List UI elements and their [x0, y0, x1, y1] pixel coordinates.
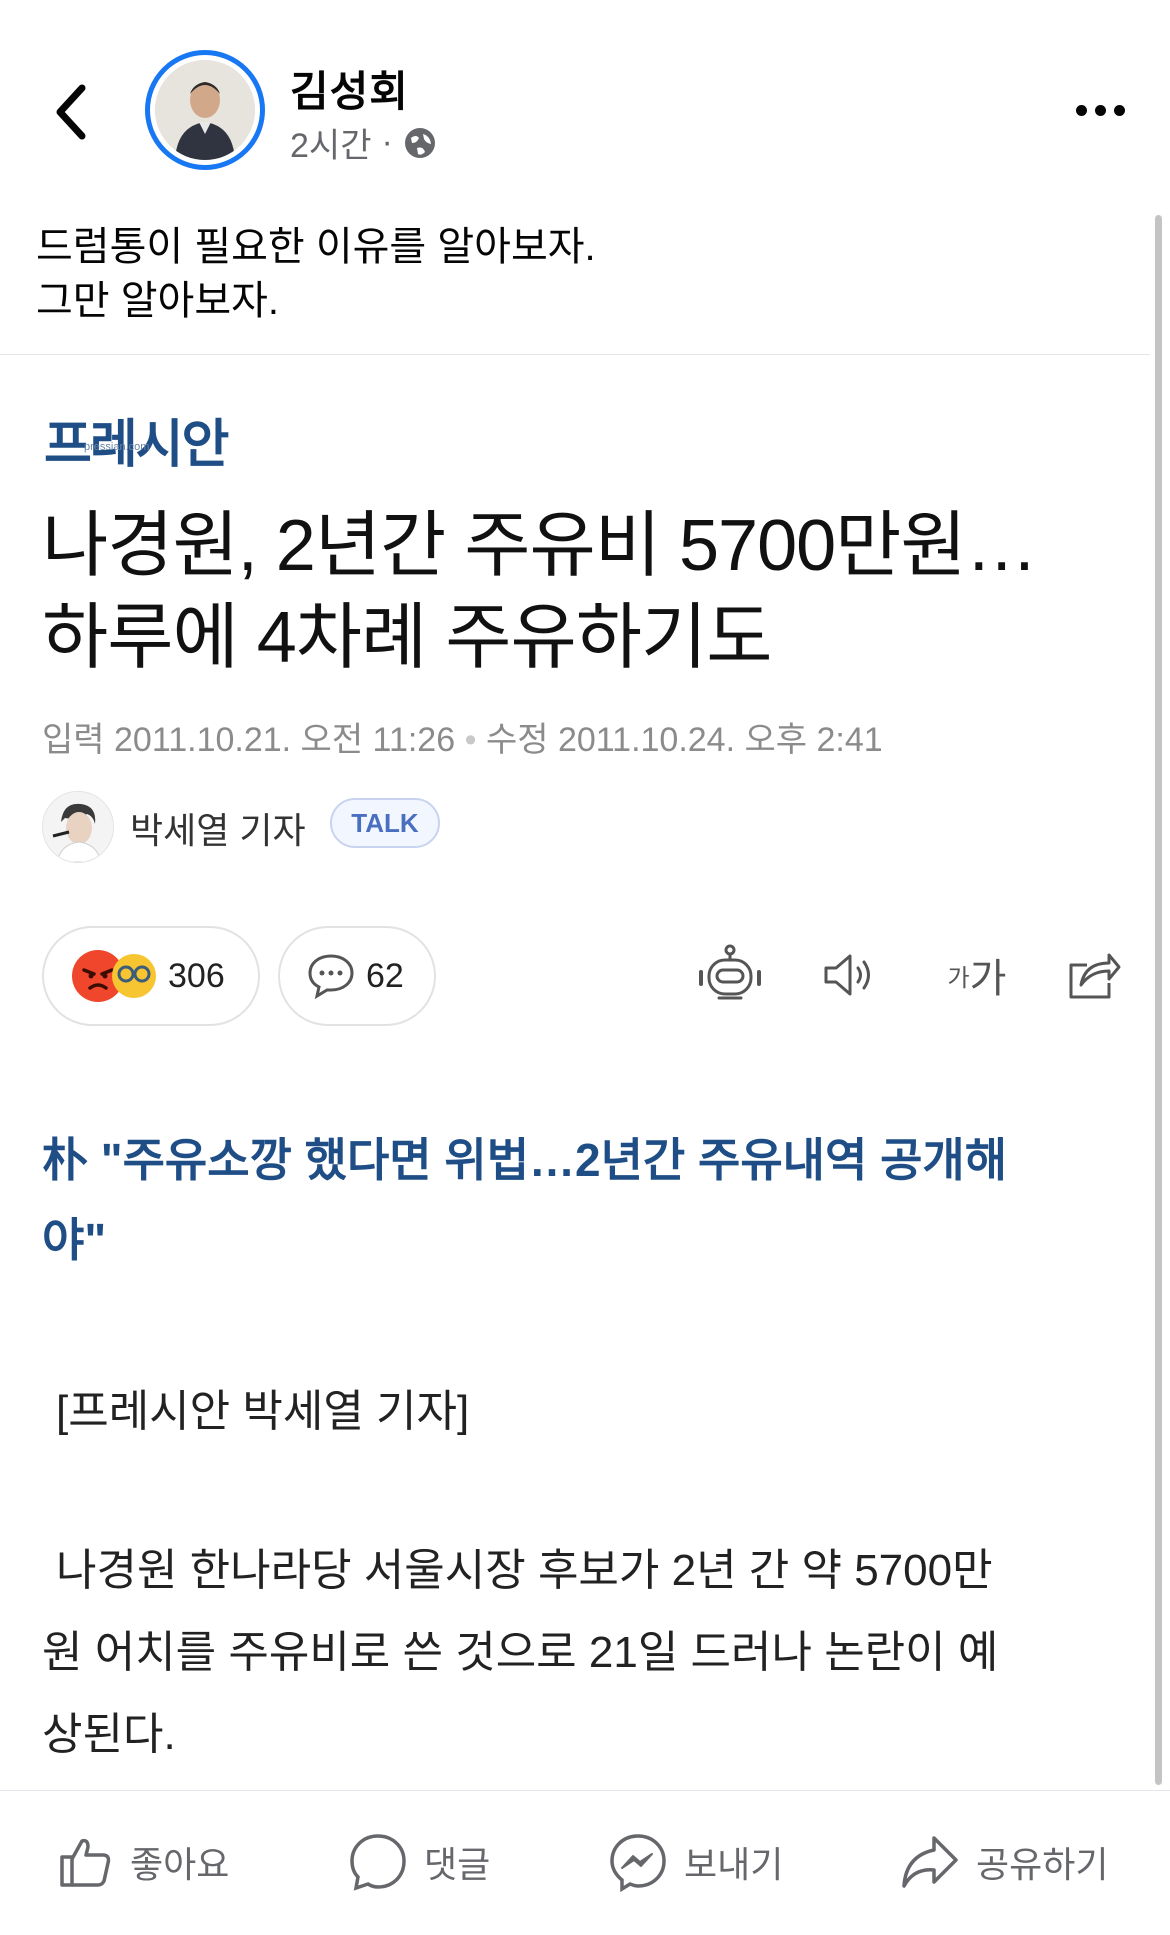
more-dot-icon — [1113, 104, 1125, 116]
share-label: 공유하기 — [976, 1844, 1109, 1885]
article-subhead: 朴 "주유소깡 했다면 위법…2년간 주유내역 공개해 야" — [42, 1120, 1102, 1280]
subhead-line-1: 朴 "주유소깡 했다면 위법…2년간 주유내역 공개해 — [42, 1134, 1008, 1186]
post-header: 김성회 2시간 · — [0, 0, 1170, 210]
send-button[interactable]: 보내기 — [608, 1827, 783, 1897]
body-line-2: 원 어치를 주유비로 쓴 것으로 21일 드러나 논란이 예 — [42, 1628, 999, 1677]
thumbs-up-icon — [60, 1838, 111, 1887]
body-line-3: 상된다. — [42, 1710, 176, 1759]
summary-bot-button[interactable] — [695, 940, 765, 1010]
like-label: 좋아요 — [130, 1844, 230, 1885]
globe-icon — [404, 127, 435, 158]
headline-line-1: 나경원, 2년간 주유비 5700만원… — [42, 506, 1038, 586]
chevron-left-icon — [56, 84, 86, 140]
reporter-name[interactable]: 박세열 기자 — [130, 802, 306, 854]
talk-button[interactable]: TALK — [330, 798, 440, 848]
reporter-avatar[interactable] — [42, 791, 114, 863]
author-avatar[interactable] — [145, 50, 265, 170]
article-dates: 입력 2011.10.21. 오전 11:26 • 수정 2011.10.24.… — [42, 712, 883, 761]
headline-line-2: 하루에 4차례 주유하기도 — [42, 598, 772, 678]
font-size-button[interactable]: 가 가 — [932, 940, 1022, 1010]
publisher-logo[interactable]: 프레시안 — [44, 402, 229, 477]
post-action-bar: 좋아요 댓글 보내기 공유하기 — [0, 1790, 1170, 1935]
input-date: 2011.10.21. 오전 11:26 — [114, 721, 456, 759]
share-box-icon — [1069, 953, 1121, 999]
speaker-icon — [824, 954, 870, 996]
avatar-photo — [155, 60, 255, 160]
publisher-domain: pressian.com — [84, 441, 150, 453]
subhead-line-2: 야" — [42, 1214, 107, 1266]
comment-bubble-icon — [350, 1834, 406, 1891]
caption-line-2: 그만 알아보자. — [36, 279, 280, 323]
back-button[interactable] — [40, 72, 100, 152]
post-meta: 2시간 · — [290, 118, 437, 167]
more-dot-icon — [1094, 104, 1106, 116]
article-share-button[interactable] — [1058, 940, 1128, 1010]
reaction-count: 306 — [168, 956, 225, 995]
input-label: 입력 — [42, 721, 105, 759]
messenger-icon — [610, 1834, 666, 1892]
scrollbar[interactable] — [1155, 215, 1162, 1785]
nerd-emoji-icon — [112, 954, 156, 998]
font-size-small-label: 가 — [947, 964, 970, 992]
caption-line-1: 드럼통이 필요한 이유를 알아보자. — [36, 225, 596, 269]
audio-read-button[interactable] — [815, 940, 885, 1010]
article-headline: 나경원, 2년간 주유비 5700만원… 하루에 4차례 주유하기도 — [42, 500, 1132, 684]
like-button[interactable]: 좋아요 — [56, 1827, 229, 1897]
author-name[interactable]: 김성회 — [290, 58, 409, 119]
reaction-button[interactable]: 306 — [42, 926, 260, 1026]
article-body: 나경원 한나라당 서울시장 후보가 2년 간 약 5700만 원 어치를 주유비… — [42, 1530, 1122, 1776]
speech-bubble-icon — [308, 954, 354, 1000]
post-caption: 드럼통이 필요한 이유를 알아보자. 그만 알아보자. — [36, 220, 596, 328]
font-size-large-label: 가 — [969, 957, 1007, 1001]
comment-count: 62 — [366, 956, 404, 995]
post-time: 2시간 — [290, 127, 372, 165]
body-line-1: 나경원 한나라당 서울시장 후보가 2년 간 약 5700만 — [56, 1546, 993, 1595]
comment-label: 댓글 — [424, 1844, 491, 1885]
share-arrow-icon — [902, 1836, 958, 1888]
modified-label: 수정 — [485, 721, 549, 759]
comment-count-button[interactable]: 62 — [278, 926, 436, 1026]
more-dot-icon — [1075, 104, 1087, 116]
more-options-button[interactable] — [1060, 80, 1140, 140]
divider — [0, 354, 1150, 355]
send-label: 보내기 — [684, 1844, 784, 1885]
article-byline: [프레시안 박세열 기자] — [56, 1387, 470, 1436]
date-separator: • — [464, 721, 477, 759]
robot-icon — [699, 944, 761, 1000]
modified-date: 2011.10.24. 오후 2:41 — [557, 721, 883, 759]
comment-button[interactable]: 댓글 — [348, 1827, 490, 1897]
meta-separator: · — [381, 123, 393, 161]
share-button[interactable]: 공유하기 — [900, 1827, 1108, 1897]
